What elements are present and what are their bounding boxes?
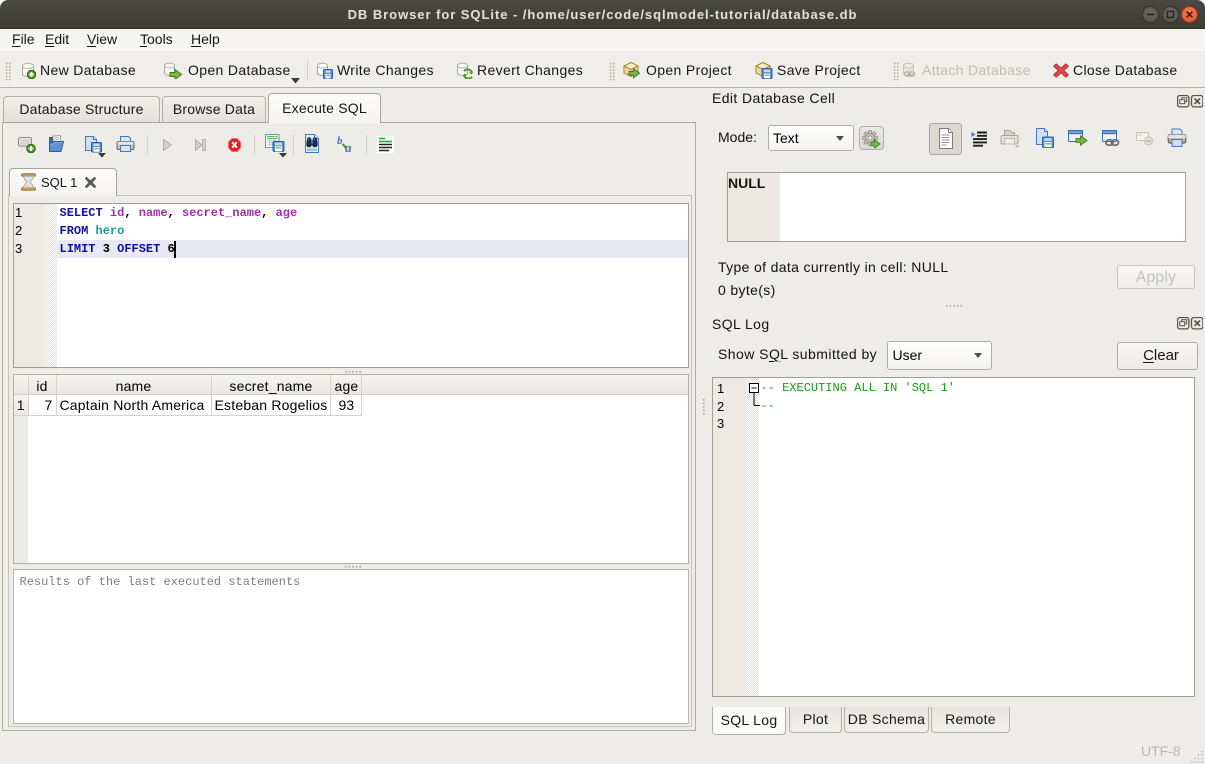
svg-text:b: b	[337, 135, 343, 147]
